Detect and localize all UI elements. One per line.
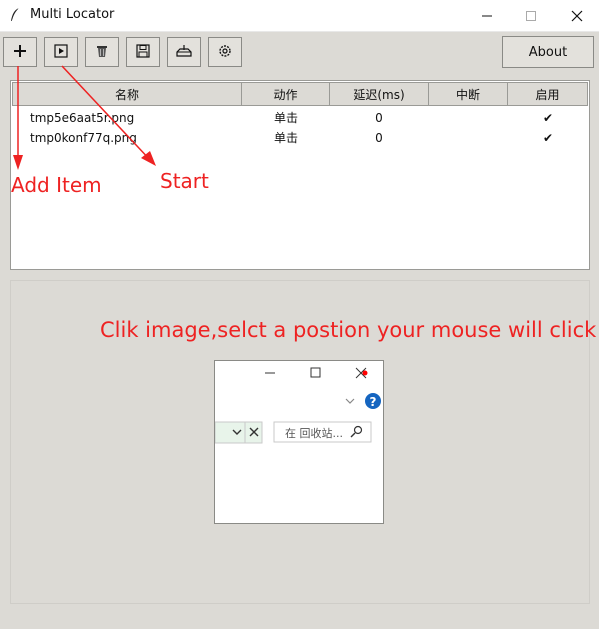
minimize-button[interactable] [464,0,510,31]
column-header-action[interactable]: 动作 [241,82,330,106]
help-icon: ? [365,393,381,409]
minimize-icon [481,10,493,22]
row-delay: 0 [375,111,383,125]
tray-icon [176,43,192,62]
row-name: tmp5e6aat5r.png [30,111,135,125]
preview-screenshot: ? 在 回收站... [215,367,381,444]
maximize-button[interactable] [508,0,554,31]
column-header-name[interactable]: 名称 [12,82,242,106]
column-header-delay[interactable]: 延迟(ms) [329,82,429,106]
plus-icon [13,43,27,62]
delete-button[interactable] [85,37,119,67]
row-action: 单击 [273,111,298,125]
start-annotation: Start [160,169,209,193]
trash-icon [95,43,109,62]
column-header-enabled[interactable]: 启用 [507,82,588,106]
status-bar [0,610,599,629]
row-interrupt [448,108,488,128]
row-enabled-check[interactable]: ✔ [528,128,568,148]
preview-search-placeholder: 在 回收站... [285,426,343,440]
settings-button[interactable] [208,37,242,67]
about-button[interactable]: About [502,36,594,68]
svg-text:?: ? [370,395,377,409]
load-button[interactable] [167,37,201,67]
table-row[interactable]: tmp5e6aat5r.png 单击 0 ✔ [11,108,589,128]
window-title: Multi Locator [30,7,115,22]
row-delay: 0 [375,131,383,145]
chevron-down-icon [345,398,355,404]
table-row[interactable]: tmp0konf77q.png 单击 0 ✔ [11,128,589,148]
feather-icon [8,7,22,23]
column-header-interrupt[interactable]: 中断 [428,82,508,106]
start-button[interactable] [44,37,78,67]
preview-image[interactable]: ? 在 回收站... [214,360,384,524]
save-button[interactable] [126,37,160,67]
row-action: 单击 [273,131,298,145]
row-enabled-check[interactable]: ✔ [528,108,568,128]
add-item-button[interactable] [3,37,37,67]
maximize-icon [310,367,321,378]
close-icon [571,10,583,22]
add-item-annotation: Add Item [11,173,102,197]
play-icon [54,43,68,62]
row-interrupt [448,128,488,148]
row-name: tmp0konf77q.png [30,131,137,145]
close-button[interactable] [554,0,599,31]
title-bar: Multi Locator [0,0,599,32]
gear-icon [218,43,232,62]
save-icon [136,43,150,62]
maximize-icon [525,10,537,22]
table-header: 名称 动作 延迟(ms) 中断 启用 [11,81,589,108]
hint-text: Clik image,selct a postion your mouse wi… [100,318,597,342]
